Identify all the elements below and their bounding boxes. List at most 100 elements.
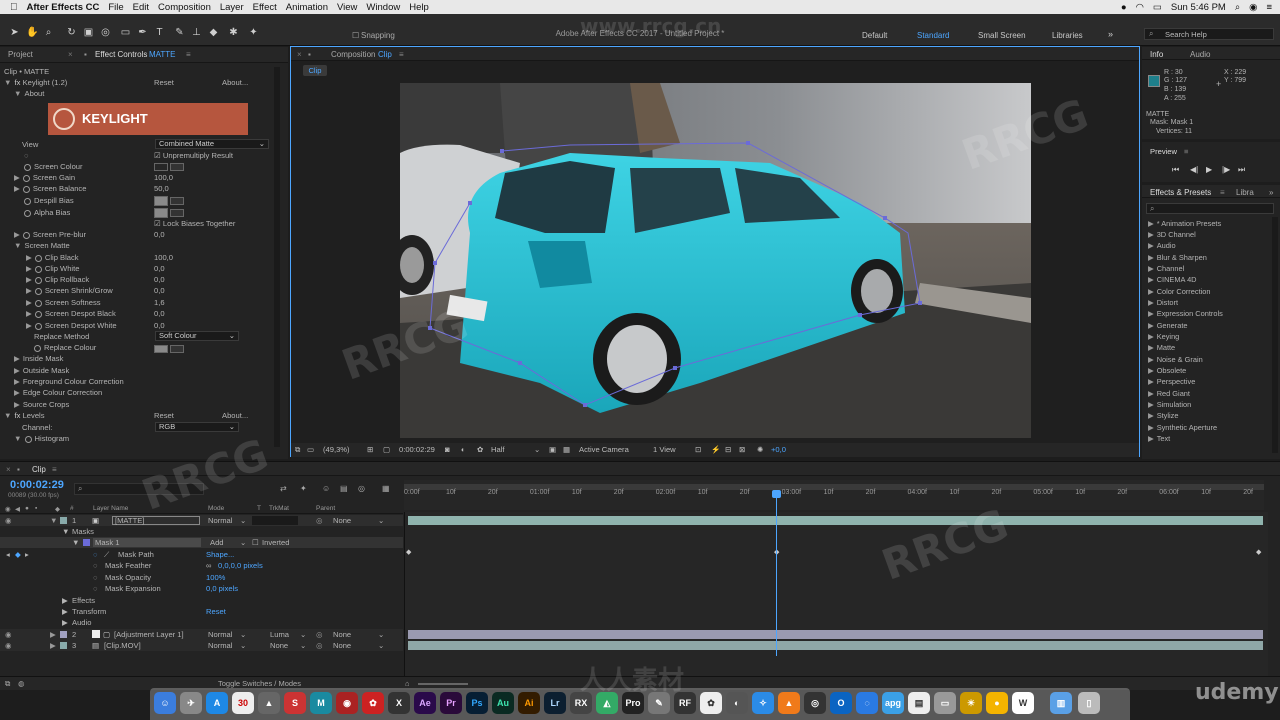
app-icon[interactable]: ☀ <box>960 692 982 714</box>
stopwatch-icon[interactable] <box>22 185 30 193</box>
lock-icon[interactable]: ▪ <box>308 50 311 59</box>
next-frame-icon[interactable]: |▶ <box>1222 164 1230 175</box>
current-time-display[interactable]: 0:00:02:29 <box>399 445 435 454</box>
lightroom-icon[interactable]: Lr <box>544 692 566 714</box>
replace-colour-swatch[interactable] <box>154 344 185 353</box>
menu-file[interactable]: File <box>108 2 123 13</box>
clock[interactable]: Sun 5:46 PM <box>1171 2 1226 13</box>
after-effects-icon[interactable]: Ae <box>414 692 436 714</box>
list-icon[interactable]: ≡ <box>1266 2 1272 13</box>
unpremultiply-checkbox[interactable]: ☑ Unpremultiply Result <box>154 150 233 161</box>
region-of-interest-icon[interactable]: ▣ <box>549 445 556 454</box>
app-store-icon[interactable]: A <box>206 692 228 714</box>
transform-reset-link[interactable]: Reset <box>206 606 226 617</box>
parent-dropdown[interactable]: None <box>333 640 351 651</box>
effect-controls-scrollbar[interactable] <box>274 67 280 447</box>
softness-value[interactable]: 1,6 <box>154 297 165 308</box>
edge-correction-group[interactable]: ▶ Edge Colour Correction <box>14 387 102 398</box>
app-icon[interactable]: ▭ <box>934 692 956 714</box>
stopwatch-icon[interactable] <box>22 174 30 182</box>
wifi-icon[interactable]: ◠ <box>1136 2 1144 13</box>
mask-path-value[interactable]: Shape... <box>206 549 234 560</box>
stopwatch-icon[interactable]: ◌ <box>93 549 98 560</box>
mask-color-swatch[interactable] <box>83 539 90 546</box>
inside-mask-group[interactable]: ▶ Inside Mask <box>14 353 63 364</box>
zoom-out-icon[interactable]: ⌂ <box>405 679 410 688</box>
levels-reset-link[interactable]: Reset <box>154 410 174 421</box>
parent-dropdown[interactable]: None <box>333 629 351 640</box>
expand-triangle-icon[interactable]: ▶ <box>50 629 56 640</box>
show-snapshot-icon[interactable]: ◐ <box>461 445 466 454</box>
fx-category-simulation[interactable]: ▶ Simulation <box>1148 399 1191 410</box>
resolution-dropdown[interactable]: Half <box>491 445 505 454</box>
app-icon[interactable]: M <box>310 692 332 714</box>
layer-mode-dropdown[interactable]: Normal <box>208 515 232 526</box>
more-tabs-icon[interactable]: » <box>1269 188 1273 197</box>
layer-name[interactable]: [MATTE] <box>112 516 200 525</box>
camera-dropdown[interactable]: Active Camera <box>579 445 629 454</box>
expand-triangle-icon[interactable]: ▶ <box>50 640 56 651</box>
tab-info[interactable]: Info <box>1150 50 1163 59</box>
levels-about-link[interactable]: About... <box>222 410 248 421</box>
more-workspaces-icon[interactable]: » <box>1108 29 1113 39</box>
mask-expansion-row[interactable]: ◌ Mask Expansion 0,0 pixels <box>0 583 403 594</box>
expand-triangle-icon[interactable]: ▶ <box>62 595 68 606</box>
app-icon[interactable]: ▲ <box>258 692 280 714</box>
pan-behind-icon[interactable]: ◎ <box>100 27 111 38</box>
tab-effect-controls[interactable]: Effect Controls <box>95 50 147 59</box>
fx-category-red-giant[interactable]: ▶ Red Giant <box>1148 388 1190 399</box>
panel-menu-icon[interactable]: ≡ <box>52 465 57 474</box>
clone-stamp-icon[interactable]: ⊥ <box>191 27 202 38</box>
label-color-swatch[interactable] <box>60 517 67 524</box>
keylight-reset-link[interactable]: Reset <box>154 77 174 88</box>
toggle-switches-modes-button[interactable]: Toggle Switches / Modes <box>218 679 301 688</box>
panel-menu-icon[interactable]: ≡ <box>186 50 191 59</box>
apple-icon[interactable]:  <box>10 2 18 13</box>
app-icon[interactable]: ✿ <box>362 692 384 714</box>
close-icon[interactable]: × <box>6 465 11 474</box>
layer-bar-matte[interactable] <box>408 516 1263 525</box>
transparency-grid-icon[interactable]: ▦ <box>563 445 570 454</box>
fx-category-color-correction[interactable]: ▶ Color Correction <box>1148 286 1211 297</box>
reset-exposure-icon[interactable]: ✺ <box>757 445 763 454</box>
fx-category-audio[interactable]: ▶ Audio <box>1148 240 1176 251</box>
eyedropper-icon[interactable] <box>170 162 185 171</box>
current-time-indicator[interactable] <box>776 490 777 656</box>
effects-search-input[interactable]: ⌕ <box>1146 203 1274 214</box>
despot-white-value[interactable]: 0,0 <box>154 320 165 331</box>
app-icon[interactable]: ◉ <box>336 692 358 714</box>
app-icon[interactable]: RF <box>674 692 696 714</box>
finder-icon[interactable]: ☺ <box>154 692 176 714</box>
despot-black-value[interactable]: 0,0 <box>154 308 165 319</box>
selection-tool-icon[interactable]: ➤ <box>9 27 20 38</box>
effects-scrollbar[interactable] <box>1272 217 1278 453</box>
screen-colour-swatch[interactable] <box>154 162 185 171</box>
brush-tool-icon[interactable]: ✎ <box>174 27 185 38</box>
trkmat-dropdown[interactable] <box>252 516 298 525</box>
battery-icon[interactable]: ▭ <box>1153 2 1162 13</box>
layer-name[interactable]: [Clip.MOV] <box>104 640 141 651</box>
tab-composition-name[interactable]: Clip <box>378 50 392 59</box>
stopwatch-icon[interactable] <box>34 265 42 273</box>
tab-effect-controls-layer[interactable]: MATTE <box>149 50 176 59</box>
close-icon[interactable]: × <box>297 50 302 59</box>
timeline-current-time[interactable]: 0:00:02:29 <box>10 479 64 491</box>
lock-icon[interactable]: ▪ <box>17 465 20 474</box>
outlook-icon[interactable]: O <box>830 692 852 714</box>
stopwatch-icon[interactable]: ◌ <box>24 150 29 161</box>
app-icon[interactable]: ◎ <box>804 692 826 714</box>
channel-dropdown[interactable]: RGB ⌄ <box>155 422 239 432</box>
screen-balance-value[interactable]: 50,0 <box>154 183 169 194</box>
app-icon[interactable]: ◭ <box>596 692 618 714</box>
app-icon[interactable]: S <box>284 692 306 714</box>
spotlight-icon[interactable]: ⌕ <box>1235 2 1240 13</box>
tab-project[interactable]: Project <box>8 50 33 59</box>
layer-mode-dropdown[interactable]: Normal <box>208 629 232 640</box>
graph-editor-icon[interactable]: ▦ <box>382 484 390 493</box>
tab-composition[interactable]: Composition <box>331 50 375 59</box>
mask-expansion-value[interactable]: 0,0 pixels <box>206 583 238 594</box>
inverted-checkbox[interactable]: ☐ <box>252 537 259 548</box>
stopwatch-icon[interactable] <box>34 254 42 262</box>
motion-blur-icon[interactable]: ◎ <box>358 484 365 493</box>
first-frame-icon[interactable]: ⏮ <box>1172 164 1179 175</box>
